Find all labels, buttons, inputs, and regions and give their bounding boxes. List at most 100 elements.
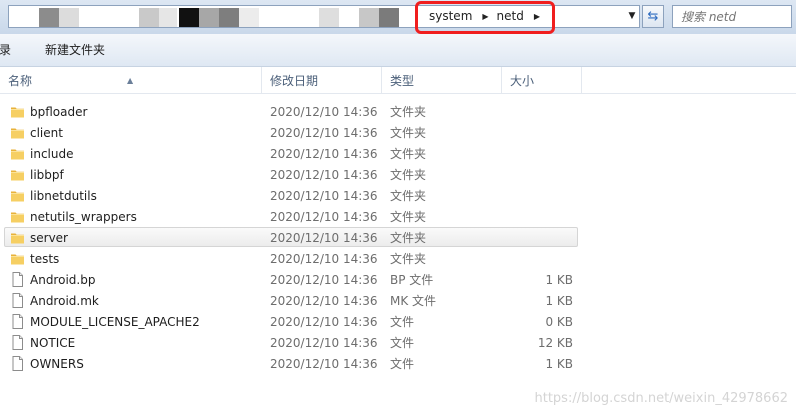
- file-type: 文件夹: [390, 147, 427, 161]
- redacted-path-block: [139, 8, 159, 27]
- file-row[interactable]: client 2020/12/10 14:36 文件夹: [4, 122, 578, 142]
- file-icon: [10, 293, 25, 308]
- address-bar-area: system ▶ netd ▶ ▼ ⇆: [0, 0, 796, 34]
- column-type-label: 类型: [390, 74, 415, 88]
- file-name: Android.mk: [30, 294, 99, 308]
- redacted-path-block: [319, 8, 339, 27]
- file-size: 1 KB: [545, 357, 573, 371]
- file-name: libnetdutils: [30, 189, 97, 203]
- redacted-path-block: [59, 8, 79, 27]
- file-row[interactable]: NOTICE 2020/12/10 14:36 文件 12 KB: [4, 332, 578, 352]
- redacted-path-block: [379, 8, 399, 27]
- file-type: 文件夹: [390, 189, 427, 203]
- file-date: 2020/12/10 14:36: [270, 210, 378, 224]
- file-row[interactable]: server 2020/12/10 14:36 文件夹: [4, 227, 578, 247]
- file-icon: [10, 272, 25, 287]
- watermark: https://blog.csdn.net/weixin_42978662: [534, 391, 788, 406]
- file-name: OWNERS: [30, 357, 84, 371]
- toolbar: 目录 新建文件夹: [0, 34, 796, 67]
- file-row[interactable]: netutils_wrappers 2020/12/10 14:36 文件夹: [4, 206, 578, 226]
- file-date: 2020/12/10 14:36: [270, 294, 378, 308]
- address-history-dropdown-icon[interactable]: ▼: [625, 6, 639, 27]
- column-date[interactable]: 修改日期: [262, 67, 382, 93]
- toolbar-partial-item[interactable]: 目录: [0, 34, 11, 66]
- file-type: 文件夹: [390, 231, 427, 245]
- file-date: 2020/12/10 14:36: [270, 252, 378, 266]
- file-date: 2020/12/10 14:36: [270, 189, 378, 203]
- file-date: 2020/12/10 14:36: [270, 105, 378, 119]
- file-name: NOTICE: [30, 336, 76, 350]
- file-type: 文件: [390, 336, 415, 350]
- file-name: include: [30, 147, 74, 161]
- file-type: 文件: [390, 315, 415, 329]
- file-name: Android.bp: [30, 273, 96, 287]
- file-type: 文件: [390, 357, 415, 371]
- file-row[interactable]: libnetdutils 2020/12/10 14:36 文件夹: [4, 185, 578, 205]
- file-name: bpfloader: [30, 105, 88, 119]
- sort-ascending-icon: ▲: [127, 76, 134, 85]
- refresh-icon: ⇆: [647, 9, 659, 24]
- file-date: 2020/12/10 14:36: [270, 147, 378, 161]
- file-type: MK 文件: [390, 294, 437, 308]
- file-date: 2020/12/10 14:36: [270, 231, 378, 245]
- file-row[interactable]: tests 2020/12/10 14:36 文件夹: [4, 248, 578, 268]
- file-date: 2020/12/10 14:36: [270, 126, 378, 140]
- column-size-label: 大小: [510, 74, 535, 88]
- file-name: libbpf: [30, 168, 64, 182]
- file-row[interactable]: bpfloader 2020/12/10 14:36 文件夹: [4, 101, 578, 121]
- file-name: client: [30, 126, 63, 140]
- file-date: 2020/12/10 14:36: [270, 357, 378, 371]
- file-size: 1 KB: [545, 294, 573, 308]
- column-name-label: 名称: [8, 74, 33, 88]
- file-row[interactable]: Android.bp 2020/12/10 14:36 BP 文件 1 KB: [4, 269, 578, 289]
- file-icon: [10, 335, 25, 350]
- red-highlight-box: [415, 1, 555, 34]
- search-input[interactable]: [673, 6, 791, 27]
- file-row[interactable]: libbpf 2020/12/10 14:36 文件夹: [4, 164, 578, 184]
- file-name: tests: [30, 252, 60, 266]
- file-size: 12 KB: [537, 336, 573, 350]
- redacted-path-block: [239, 8, 259, 27]
- column-name[interactable]: 名称 ▲: [0, 67, 262, 93]
- file-row[interactable]: Android.mk 2020/12/10 14:36 MK 文件 1 KB: [4, 290, 578, 310]
- file-date: 2020/12/10 14:36: [270, 273, 378, 287]
- redacted-path-block: [219, 8, 239, 27]
- file-row[interactable]: OWNERS 2020/12/10 14:36 文件 1 KB: [4, 353, 578, 373]
- redacted-path-block: [199, 8, 219, 27]
- file-icon: [10, 356, 25, 371]
- file-size: 0 KB: [545, 315, 573, 329]
- refresh-button[interactable]: ⇆: [642, 5, 664, 28]
- redacted-path-block: [159, 8, 177, 27]
- file-date: 2020/12/10 14:36: [270, 168, 378, 182]
- file-type: 文件夹: [390, 126, 427, 140]
- search-box[interactable]: [672, 5, 792, 28]
- redacted-path-block: [359, 8, 379, 27]
- column-type[interactable]: 类型: [382, 67, 502, 93]
- folder-icon: [10, 209, 25, 224]
- folder-icon: [10, 188, 25, 203]
- column-date-label: 修改日期: [270, 74, 319, 88]
- file-type: BP 文件: [390, 273, 434, 287]
- file-type: 文件夹: [390, 210, 427, 224]
- folder-icon: [10, 167, 25, 182]
- file-name: MODULE_LICENSE_APACHE2: [30, 315, 200, 329]
- new-folder-button[interactable]: 新建文件夹: [45, 34, 105, 66]
- folder-icon: [10, 104, 25, 119]
- file-type: 文件夹: [390, 252, 427, 266]
- redacted-path-block: [39, 8, 59, 27]
- file-icon: [10, 314, 25, 329]
- file-row[interactable]: include 2020/12/10 14:36 文件夹: [4, 143, 578, 163]
- file-type: 文件夹: [390, 168, 427, 182]
- file-type: 文件夹: [390, 105, 427, 119]
- file-date: 2020/12/10 14:36: [270, 315, 378, 329]
- column-header: 名称 ▲ 修改日期 类型 大小: [0, 67, 796, 94]
- folder-icon: [10, 251, 25, 266]
- file-row[interactable]: MODULE_LICENSE_APACHE2 2020/12/10 14:36 文件…: [4, 311, 578, 331]
- redacted-path-block: [179, 8, 199, 27]
- file-size: 1 KB: [545, 273, 573, 287]
- file-name: netutils_wrappers: [30, 210, 137, 224]
- column-size[interactable]: 大小: [502, 67, 582, 93]
- file-date: 2020/12/10 14:36: [270, 336, 378, 350]
- folder-icon: [10, 230, 25, 245]
- folder-icon: [10, 146, 25, 161]
